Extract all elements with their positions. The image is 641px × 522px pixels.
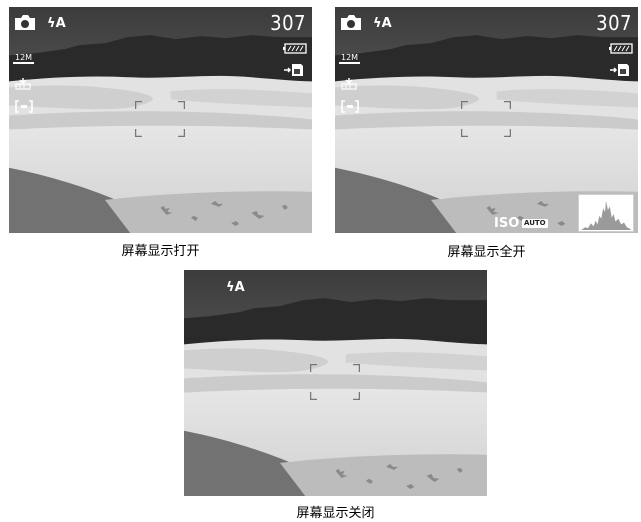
flash-mode-label: A: [234, 280, 245, 295]
battery-icon: [283, 43, 307, 54]
metering-icon: [341, 78, 357, 90]
iso-value: AUTO: [522, 219, 548, 228]
iso-label: ISO: [494, 216, 520, 231]
resolution-12m-icon: 12M: [339, 53, 361, 64]
preview-display-on: ϟA 307 12M: [9, 7, 312, 233]
focus-frame-icon: [135, 101, 185, 137]
camera-icon: [341, 15, 361, 30]
focus-frame-icon: [461, 101, 511, 137]
flash-icon: ϟ: [373, 16, 382, 31]
camera-icon: [15, 15, 35, 30]
preview-display-full: ϟA 307 12M ISO AUTO: [335, 7, 638, 233]
flash-mode-indicator: ϟA: [47, 17, 66, 30]
flash-mode-label: A: [55, 16, 66, 31]
focus-area-icon: [15, 100, 33, 113]
internal-memory-icon: [610, 64, 629, 76]
internal-memory-icon: [284, 64, 303, 76]
flash-icon: ϟ: [226, 280, 235, 295]
caption-display-full: 屏幕显示全开: [447, 245, 526, 260]
battery-icon: [609, 43, 633, 54]
shots-remaining: 307: [270, 11, 306, 35]
shots-remaining: 307: [596, 11, 632, 35]
flash-mode-indicator: ϟA: [373, 17, 392, 30]
metering-icon: [15, 78, 31, 90]
flash-mode-label: A: [381, 16, 392, 31]
caption-display-off: 屏幕显示关闭: [296, 506, 375, 521]
histogram-icon: [578, 194, 634, 232]
resolution-12m-icon: 12M: [13, 53, 35, 64]
preview-display-off: ϟA: [184, 270, 487, 496]
caption-display-on: 屏幕显示打开: [121, 244, 200, 259]
flash-icon: ϟ: [47, 16, 56, 31]
focus-frame-icon: [310, 364, 360, 400]
flash-mode-indicator: ϟA: [226, 281, 245, 294]
focus-area-icon: [341, 100, 359, 113]
